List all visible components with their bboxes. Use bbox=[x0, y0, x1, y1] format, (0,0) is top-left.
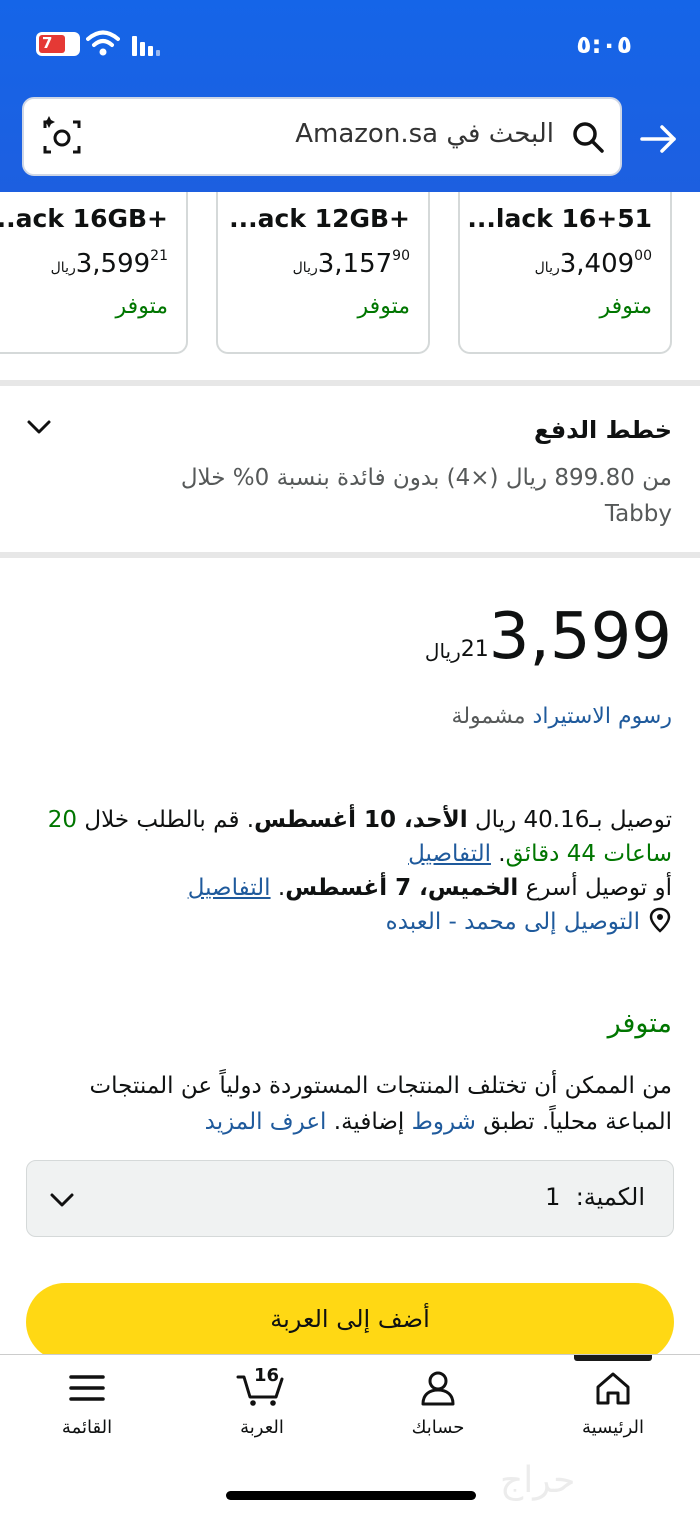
app-header: 7 ٥:٠٥ البحث في Amazon.sa bbox=[0, 0, 700, 192]
variant-price: 3,40900ريال bbox=[534, 248, 652, 279]
learn-more-link[interactable]: اعرف المزيد bbox=[205, 1109, 327, 1135]
quantity-value: 1 bbox=[545, 1183, 561, 1211]
delivery-text: توصيل بـ40.16 ريال bbox=[467, 807, 672, 833]
payment-plans-title: خطط الدفع bbox=[534, 416, 672, 444]
fast-delivery-date: الخميس، 7 أغسطس bbox=[285, 875, 519, 901]
active-tab-indicator bbox=[574, 1355, 652, 1361]
variant-stock: متوفر bbox=[599, 294, 652, 319]
delivery-details-link[interactable]: التفاصيل bbox=[408, 841, 491, 867]
search-placeholder: البحث في Amazon.sa bbox=[295, 119, 554, 149]
variant-carousel[interactable]: ...lack 16+51 3,40900ريال متوفر ...ack 1… bbox=[0, 192, 700, 382]
arrow-right-icon[interactable] bbox=[638, 118, 680, 160]
location-pin-icon bbox=[649, 907, 671, 933]
variant-price: 3,15790ريال bbox=[292, 248, 410, 279]
import-fees-text: مشمولة bbox=[451, 704, 526, 729]
watermark: حراج bbox=[500, 1460, 576, 1501]
bottom-nav: الرئيسية حسابك 16 العربة القائمة bbox=[0, 1354, 700, 1514]
add-to-cart-button[interactable]: أضف إلى العربة bbox=[26, 1283, 674, 1361]
nav-menu[interactable]: القائمة bbox=[27, 1369, 147, 1459]
variant-card[interactable]: ...lack 16+51 3,40900ريال متوفر bbox=[458, 192, 672, 354]
variant-title: ...lack 16+51 bbox=[467, 204, 652, 233]
chevron-down-icon[interactable] bbox=[24, 412, 54, 442]
nav-home[interactable]: الرئيسية bbox=[553, 1369, 673, 1459]
import-fees-link[interactable]: رسوم الاستيراد bbox=[533, 704, 672, 729]
delivery-date: الأحد، 10 أغسطس bbox=[254, 807, 468, 833]
nav-menu-label: القائمة bbox=[61, 1417, 113, 1438]
search-input[interactable]: البحث في Amazon.sa bbox=[22, 97, 622, 176]
wifi-icon bbox=[86, 30, 120, 56]
price-whole: 3,599 bbox=[488, 600, 672, 674]
product-price: 213,599 ريال bbox=[425, 600, 672, 674]
delivery-text: . قم بالطلب خلال bbox=[77, 807, 255, 833]
search-icon[interactable] bbox=[570, 119, 606, 155]
cart-count-badge: 16 bbox=[254, 1365, 280, 1386]
variant-title: ...ack 12GB+ bbox=[229, 204, 410, 233]
terms-link[interactable]: شروط bbox=[412, 1109, 476, 1135]
menu-icon bbox=[69, 1375, 105, 1401]
import-note-text: إضافية. bbox=[326, 1109, 412, 1135]
variant-card[interactable]: ...ack 12GB+ 3,15790ريال متوفر bbox=[216, 192, 430, 354]
variant-stock: متوفر bbox=[115, 294, 168, 319]
home-icon bbox=[596, 1372, 630, 1405]
home-indicator bbox=[226, 1491, 476, 1500]
variant-title: ...ack 16GB+ bbox=[0, 204, 168, 233]
fast-delivery-text: أو توصيل أسرع bbox=[518, 875, 672, 901]
availability-status: متوفر bbox=[607, 1008, 672, 1039]
fast-delivery-details-link[interactable]: التفاصيل bbox=[188, 875, 271, 901]
add-to-cart-label: أضف إلى العربة bbox=[270, 1305, 430, 1333]
battery-icon: 7 bbox=[36, 32, 80, 56]
nav-account[interactable]: حسابك bbox=[378, 1369, 498, 1459]
camera-search-icon[interactable] bbox=[41, 116, 83, 158]
price-currency: ريال bbox=[424, 639, 461, 663]
variant-price: 3,59921ريال bbox=[50, 248, 168, 279]
price-fraction: 21 bbox=[460, 637, 489, 662]
payment-plans-description: من 899.80 ريال (×4) بدون فائدة بنسبة 0% … bbox=[180, 465, 672, 527]
nav-account-label: حسابك bbox=[411, 1417, 465, 1438]
import-note: من الممكن أن تختلف المنتجات المستوردة دو… bbox=[22, 1068, 672, 1140]
battery-label: 7 bbox=[42, 34, 53, 52]
status-time: ٥:٠٥ bbox=[576, 30, 632, 59]
quantity-selector[interactable]: الكمية: 1 bbox=[26, 1160, 674, 1237]
user-icon bbox=[421, 1371, 455, 1406]
section-divider bbox=[0, 552, 700, 558]
quantity-label: الكمية: 1 bbox=[545, 1183, 645, 1211]
chevron-down-icon bbox=[50, 1193, 74, 1207]
nav-cart[interactable]: 16 العربة bbox=[202, 1365, 322, 1459]
import-fees: رسوم الاستيراد مشمولة bbox=[452, 704, 672, 729]
delivery-location-link[interactable]: التوصيل إلى محمد - العبده bbox=[386, 909, 640, 935]
nav-home-label: الرئيسية bbox=[582, 1417, 644, 1438]
cellular-signal-icon bbox=[132, 36, 160, 56]
delivery-info: توصيل بـ40.16 ريال الأحد، 10 أغسطس. قم ب… bbox=[22, 803, 672, 939]
delivery-location[interactable]: التوصيل إلى محمد - العبده bbox=[22, 905, 672, 939]
nav-cart-label: العربة bbox=[240, 1417, 284, 1438]
variant-card[interactable]: ...ack 16GB+ 3,59921ريال متوفر bbox=[0, 192, 188, 354]
section-divider bbox=[0, 380, 700, 386]
variant-stock: متوفر bbox=[357, 294, 410, 319]
payment-plans-section[interactable]: خطط الدفع من 899.80 ريال (×4) بدون فائدة… bbox=[0, 388, 700, 554]
